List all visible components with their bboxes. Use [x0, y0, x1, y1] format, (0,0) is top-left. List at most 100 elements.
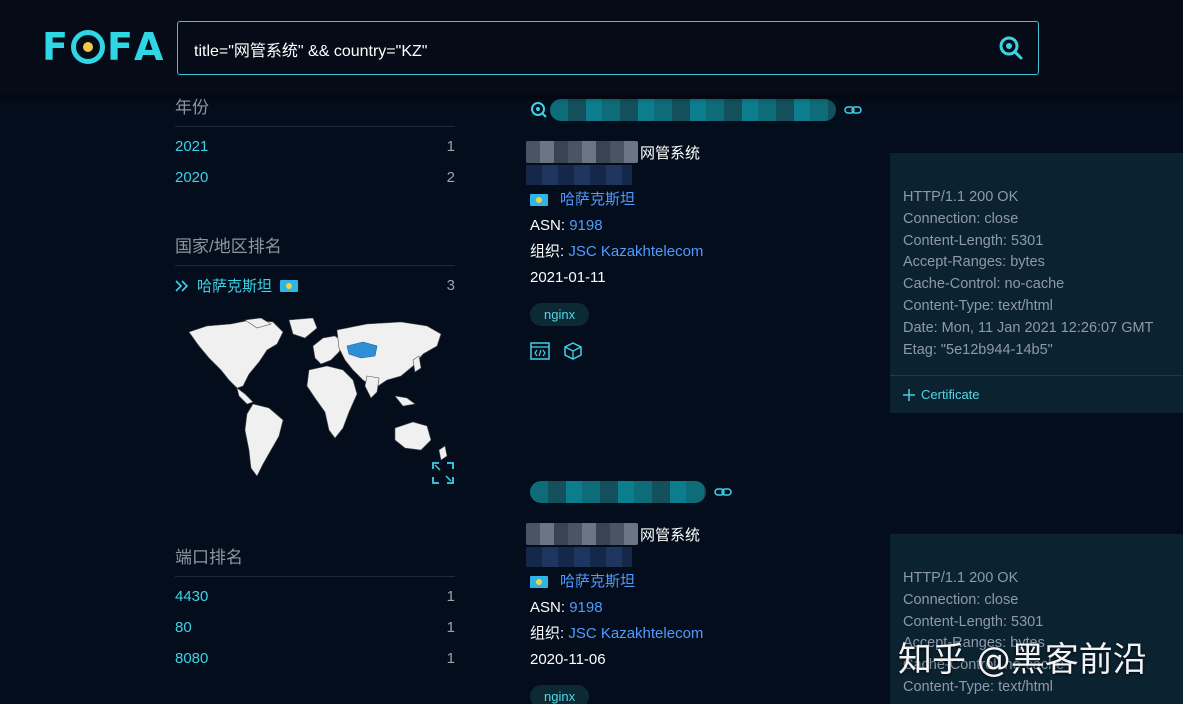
- org-link[interactable]: JSC Kazakhtelecom: [568, 243, 703, 260]
- kazakhstan-flag-icon: [280, 279, 299, 292]
- country-line: 哈萨克斯坦: [530, 569, 890, 595]
- plus-icon: [903, 388, 915, 401]
- country-line: 哈萨克斯坦: [530, 187, 890, 213]
- zhihu-watermark: 知乎 @黑客前沿: [898, 640, 1147, 680]
- asn-label: ASN:: [530, 599, 566, 616]
- result-card: 网管系统 哈萨克斯坦 ASN: 9198 组织: JSC Kazakhtelec…: [526, 97, 890, 360]
- logo-letter-f1: F: [42, 25, 69, 69]
- banner-line: HTTP/1.1 200 OK: [903, 189, 1019, 205]
- year-row[interactable]: 2020 2: [175, 162, 455, 193]
- port-count: 1: [446, 619, 455, 636]
- response-banner: HTTP/1.1 200 OK Connection: close Conten…: [890, 153, 1183, 414]
- port-row[interactable]: 80 1: [175, 612, 455, 643]
- logo-magnifier-o: [70, 30, 105, 64]
- divider: [175, 576, 455, 577]
- redacted-host: [530, 481, 706, 503]
- world-map-graphic: [188, 317, 448, 477]
- logo-letter-f2: F: [106, 25, 134, 69]
- certificate-toggle[interactable]: Certificate: [890, 375, 1183, 413]
- banner-line: Content-Type: text/html: [903, 297, 1053, 314]
- result-date: 2020-11-06: [530, 651, 606, 668]
- banner-line: Content-Length: 5301: [903, 613, 1044, 630]
- certificate-label: Certificate: [921, 386, 980, 402]
- org-line: 组织: JSC Kazakhtelecom: [530, 621, 890, 647]
- nginx-tag[interactable]: nginx: [530, 685, 590, 704]
- top-bar: F F A: [0, 0, 1183, 95]
- search-icon: [531, 102, 547, 118]
- banner-line: Accept-Ranges: bytes: [903, 254, 1045, 271]
- fofa-logo[interactable]: F F A: [42, 25, 165, 69]
- fullscreen-icon[interactable]: [432, 462, 454, 484]
- port-section-title: 端口排名: [175, 548, 243, 567]
- banner-line: Etag: "5e12b944-14b5": [903, 341, 1053, 358]
- year-row[interactable]: 2021 1: [175, 131, 455, 162]
- asn-line: ASN: 9198: [530, 213, 890, 239]
- double-chevron-icon: [175, 279, 189, 292]
- search-box: [177, 21, 1039, 75]
- country-value: 哈萨克斯坦: [175, 275, 299, 296]
- country-section: 国家/地区排名 哈萨克斯坦 3: [175, 232, 455, 301]
- banner-body: HTTP/1.1 200 OK Connection: close Conten…: [890, 153, 1183, 375]
- divider: [175, 265, 455, 266]
- banner-line: Date: Mon, 11 Jan 2021 12:26:07 GMT: [903, 319, 1154, 336]
- divider: [175, 126, 455, 127]
- code-icon[interactable]: [530, 342, 550, 360]
- redacted-subtitle: [526, 165, 632, 185]
- result-tools: [530, 342, 890, 360]
- port-row[interactable]: 8080 1: [175, 643, 455, 674]
- country-section-title: 国家/地区排名: [175, 237, 282, 256]
- logo-letter-a: A: [133, 25, 165, 69]
- country-name: 哈萨克斯坦: [197, 278, 273, 295]
- cube-icon[interactable]: [564, 342, 582, 360]
- redacted-ip: [526, 523, 638, 545]
- kazakhstan-flag-icon: [530, 576, 548, 588]
- country-count: 3: [446, 277, 455, 294]
- asn-link[interactable]: 9198: [569, 217, 602, 234]
- country-row[interactable]: 哈萨克斯坦 3: [175, 270, 455, 301]
- banner-line: Connection: close: [903, 210, 1019, 227]
- asn-label: ASN:: [530, 217, 566, 234]
- redacted-host: [550, 99, 836, 121]
- year-section: 年份 2021 1 2020 2: [175, 93, 455, 193]
- port-count: 1: [446, 588, 455, 605]
- port-value: 8080: [175, 650, 209, 667]
- world-map[interactable]: [187, 317, 457, 488]
- country-link[interactable]: 哈萨克斯坦: [560, 187, 635, 213]
- result-date: 2021-01-11: [530, 269, 606, 286]
- kazakhstan-flag-icon: [530, 194, 548, 206]
- org-label: 组织:: [530, 625, 565, 642]
- result-meta: 哈萨克斯坦 ASN: 9198 组织: JSC Kazakhtelecom 20…: [530, 569, 890, 673]
- port-value: 4430: [175, 588, 209, 605]
- search-input[interactable]: [194, 36, 974, 62]
- link-icon[interactable]: [844, 104, 862, 116]
- result-title: 网管系统: [640, 526, 701, 544]
- redacted-ip: [526, 141, 638, 163]
- port-count: 1: [446, 650, 455, 667]
- org-link[interactable]: JSC Kazakhtelecom: [568, 625, 703, 642]
- result-title-line: 网管系统: [526, 523, 890, 545]
- org-label: 组织:: [530, 243, 565, 260]
- banner-line: Connection: close: [903, 591, 1019, 608]
- banner-line: Content-Length: 5301: [903, 232, 1044, 249]
- banner-line: HTTP/1.1 200 OK: [903, 570, 1019, 586]
- result-card: 网管系统 哈萨克斯坦 ASN: 9198 组织: JSC Kazakhtelec…: [526, 479, 890, 704]
- port-value: 80: [175, 619, 192, 636]
- filter-sidebar: 年份 2021 1 2020 2 国家/地区排名 哈萨克斯坦 3: [175, 95, 455, 301]
- org-line: 组织: JSC Kazakhtelecom: [530, 239, 890, 265]
- asn-link[interactable]: 9198: [569, 599, 602, 616]
- asn-line: ASN: 9198: [530, 595, 890, 621]
- search-icon[interactable]: [998, 35, 1024, 61]
- year-section-title: 年份: [175, 98, 209, 117]
- result-title-line: 网管系统: [526, 141, 890, 163]
- result-title: 网管系统: [640, 144, 701, 162]
- country-link[interactable]: 哈萨克斯坦: [560, 569, 635, 595]
- port-section: 端口排名 4430 1 80 1 8080 1: [175, 543, 455, 674]
- year-value: 2020: [175, 169, 209, 186]
- result-host[interactable]: [530, 479, 890, 505]
- result-host[interactable]: [530, 97, 890, 123]
- banner-line: Cache-Control: no-cache: [903, 276, 1065, 293]
- port-row[interactable]: 4430 1: [175, 581, 455, 612]
- link-icon[interactable]: [714, 486, 732, 498]
- redacted-subtitle: [526, 547, 632, 567]
- nginx-tag[interactable]: nginx: [530, 303, 590, 326]
